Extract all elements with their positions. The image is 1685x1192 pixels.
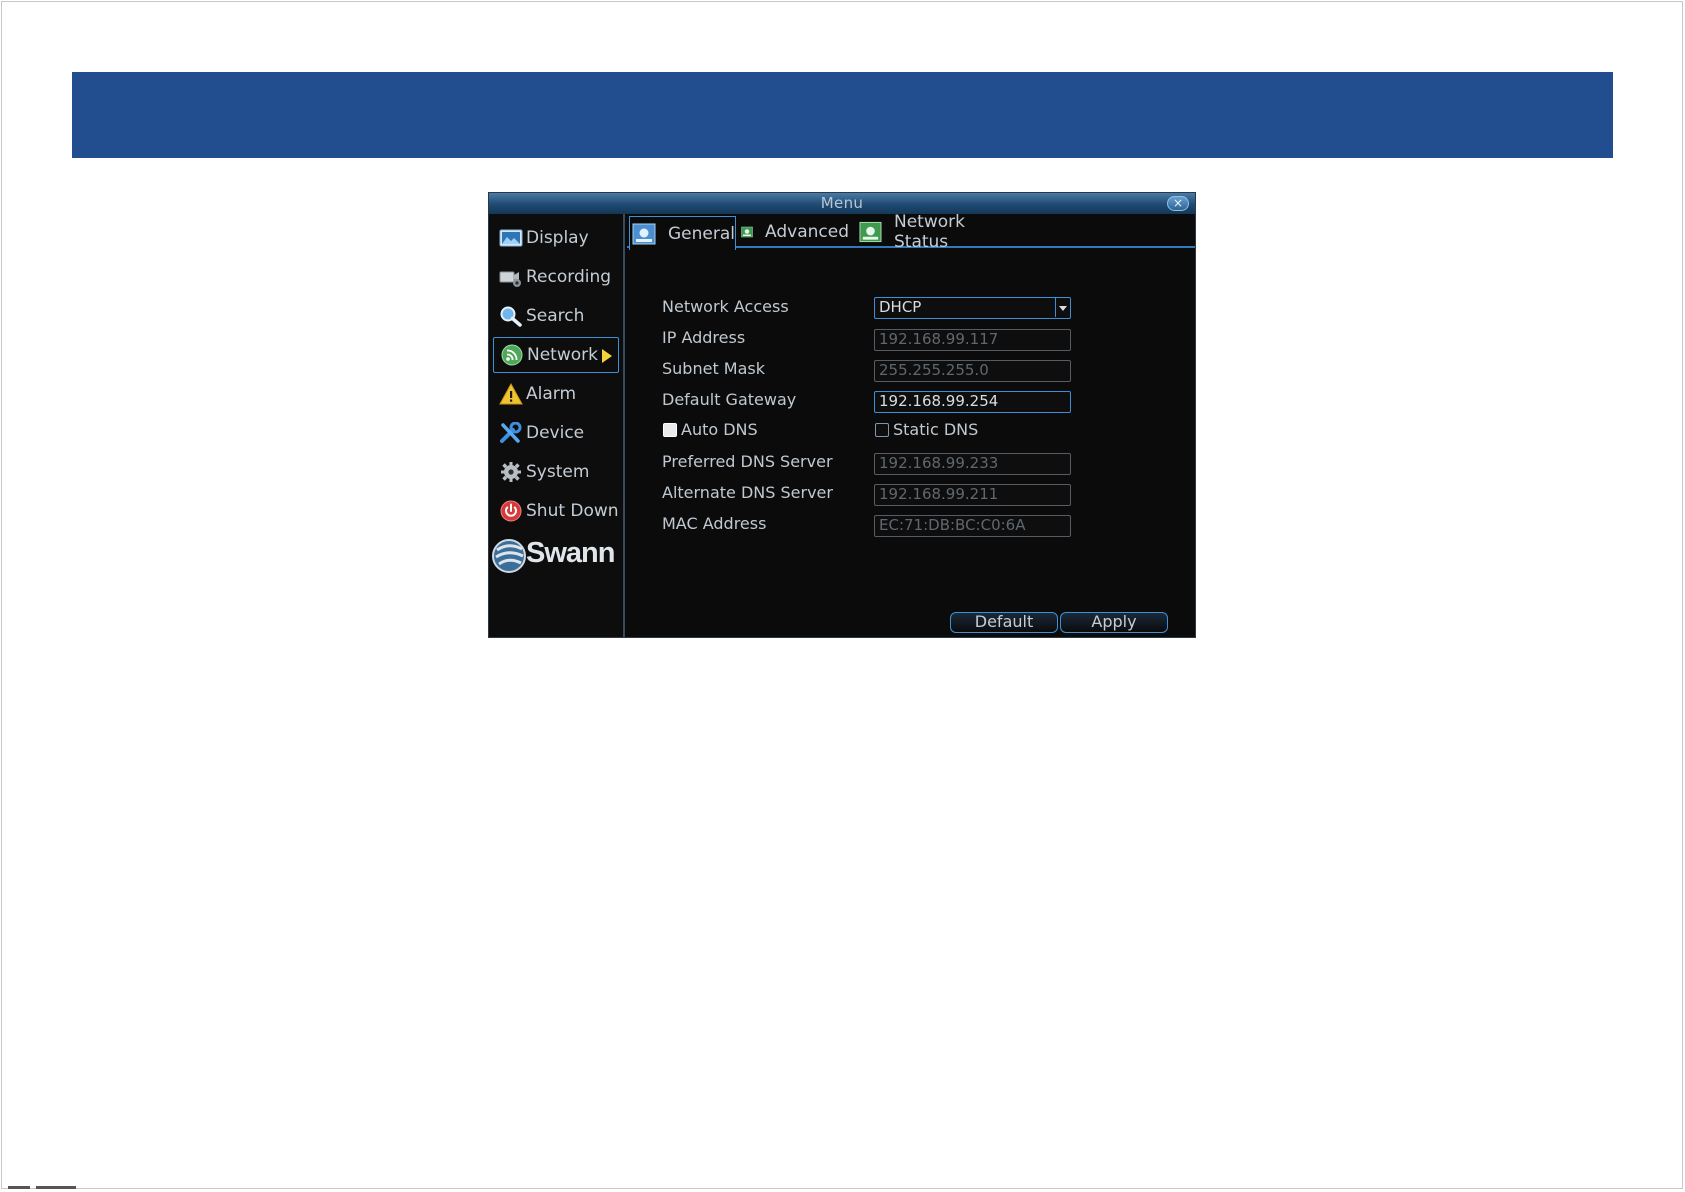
default-gateway-field[interactable]: 192.168.99.254 (874, 391, 1071, 413)
static-dns-label: Static DNS (893, 420, 979, 439)
tab-network-status[interactable]: Network Status (859, 212, 1019, 252)
network-access-value: DHCP (879, 298, 922, 316)
tab-label-network-status: Network Status (893, 212, 965, 252)
network-icon (501, 344, 523, 366)
sidebar-item-system[interactable]: System (493, 454, 619, 490)
general-tab-icon (632, 223, 656, 244)
active-arrow-icon (602, 349, 612, 363)
power-icon (500, 500, 522, 522)
display-icon (499, 229, 523, 247)
sidebar-item-search[interactable]: Search (493, 298, 619, 334)
sidebar-item-display[interactable]: Display (493, 220, 619, 256)
device-icon (500, 422, 522, 443)
network-access-select[interactable]: DHCP (874, 297, 1071, 319)
page-corner-marks (8, 1186, 78, 1190)
default-gateway-label: Default Gateway (662, 390, 797, 409)
subnet-mask-field: 255.255.255.0 (874, 360, 1071, 382)
logo-text: Swann (526, 537, 615, 569)
header-banner (72, 72, 1613, 158)
ip-address-field: 192.168.99.117 (874, 329, 1071, 351)
recording-icon (499, 271, 521, 287)
sidebar-label-device: Device (526, 423, 585, 443)
tab-advanced[interactable]: Advanced (741, 216, 849, 248)
network-status-tab-icon (859, 221, 882, 243)
apply-button[interactable]: Apply (1060, 612, 1168, 633)
advanced-tab-icon (741, 226, 753, 238)
tab-general[interactable]: General (629, 216, 736, 250)
preferred-dns-value: 192.168.99.233 (879, 454, 999, 472)
network-access-label: Network Access (662, 297, 789, 316)
close-button[interactable]: × (1167, 196, 1189, 211)
alarm-icon (499, 383, 523, 405)
close-icon: × (1172, 196, 1184, 210)
chevron-down-icon[interactable] (1055, 298, 1070, 317)
mac-address-value: EC:71:DB:BC:C0:6A (879, 516, 1026, 534)
dvr-menu-window: Menu × Display Recording Search Network … (489, 193, 1195, 637)
search-icon (500, 306, 522, 327)
sidebar-label-alarm: Alarm (526, 384, 577, 404)
sidebar-label-system: System (526, 462, 590, 482)
sidebar-item-alarm[interactable]: Alarm (493, 376, 619, 412)
preferred-dns-field: 192.168.99.233 (874, 453, 1071, 475)
sidebar-label-search: Search (526, 306, 585, 326)
sidebar-item-recording[interactable]: Recording (493, 259, 619, 295)
sidebar-label-display: Display (526, 228, 589, 248)
sidebar-item-network[interactable]: Network (493, 337, 619, 373)
sidebar: Display Recording Search Network Alarm D… (489, 214, 625, 637)
sidebar-label-shut-down: Shut Down (526, 501, 619, 521)
tab-label-advanced: Advanced (765, 222, 849, 242)
preferred-dns-label: Preferred DNS Server (662, 452, 833, 471)
mac-address-field: EC:71:DB:BC:C0:6A (874, 515, 1071, 537)
sidebar-item-shut-down[interactable]: Shut Down (493, 493, 619, 529)
sidebar-item-device[interactable]: Device (493, 415, 619, 451)
ip-address-value: 192.168.99.117 (879, 330, 999, 348)
default-button[interactable]: Default (950, 612, 1058, 633)
default-gateway-value: 192.168.99.254 (879, 392, 999, 410)
window-title: Menu (820, 194, 864, 212)
mac-address-label: MAC Address (662, 514, 767, 533)
subnet-mask-label: Subnet Mask (662, 359, 766, 378)
auto-dns-checkbox-box[interactable] (663, 422, 677, 437)
static-dns-checkbox[interactable]: Static DNS (875, 420, 978, 439)
auto-dns-checkbox[interactable]: Auto DNS (663, 420, 758, 439)
auto-dns-label: Auto DNS (681, 420, 758, 439)
subnet-mask-value: 255.255.255.0 (879, 361, 989, 379)
sidebar-label-recording: Recording (526, 267, 612, 287)
alternate-dns-value: 192.168.99.211 (879, 485, 999, 503)
ip-address-label: IP Address (662, 328, 746, 347)
tab-label-general: General (668, 223, 735, 244)
system-gear-icon (501, 462, 521, 482)
sidebar-label-network: Network (527, 345, 598, 365)
swann-logo: Swann (492, 536, 622, 580)
tab-bar: General Advanced Network Status (627, 212, 1195, 252)
alternate-dns-field: 192.168.99.211 (874, 484, 1071, 506)
static-dns-checkbox-box[interactable] (875, 422, 889, 437)
alternate-dns-label: Alternate DNS Server (662, 483, 833, 502)
window-titlebar: Menu × (489, 193, 1195, 214)
